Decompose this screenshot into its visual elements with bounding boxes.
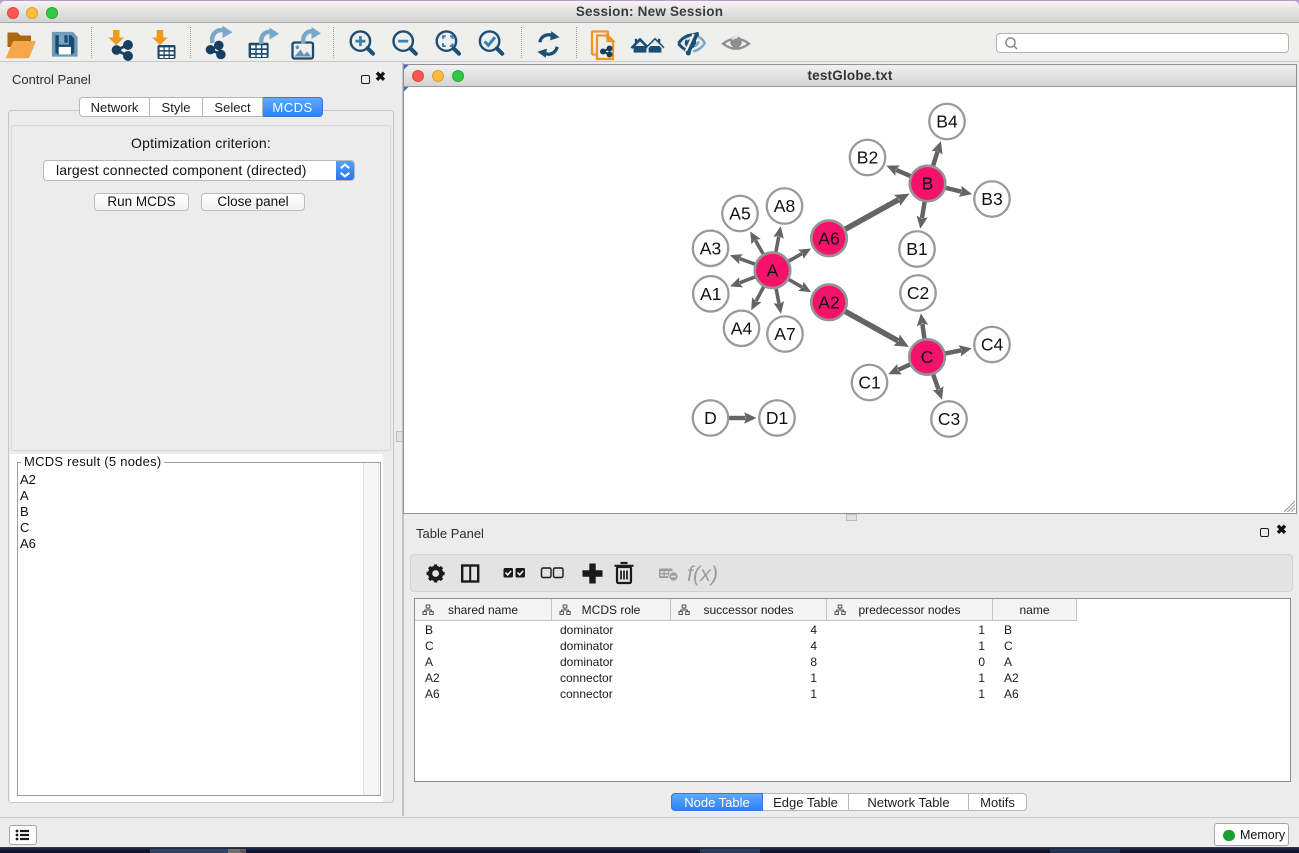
svg-text:B2: B2	[857, 148, 878, 168]
svg-text:A2: A2	[818, 292, 839, 312]
svg-text:B: B	[922, 174, 934, 194]
svg-text:B1: B1	[906, 239, 927, 259]
svg-text:A1: A1	[700, 284, 721, 304]
svg-text:C2: C2	[907, 283, 929, 303]
svg-text:D1: D1	[766, 408, 788, 428]
svg-text:C: C	[921, 347, 934, 367]
svg-text:f(x): f(x)	[687, 562, 718, 586]
svg-text:A8: A8	[774, 196, 795, 216]
svg-text:C3: C3	[938, 409, 960, 429]
svg-text:A5: A5	[729, 204, 750, 224]
svg-text:B3: B3	[981, 189, 1002, 209]
svg-text:A6: A6	[818, 228, 839, 248]
svg-text:A3: A3	[700, 238, 721, 258]
svg-text:A: A	[767, 260, 779, 280]
svg-text:D: D	[704, 408, 717, 428]
svg-text:B4: B4	[936, 112, 958, 132]
svg-text:A4: A4	[731, 318, 753, 338]
svg-text:C1: C1	[858, 373, 880, 393]
svg-text:A7: A7	[774, 324, 795, 344]
svg-text:C4: C4	[981, 335, 1004, 355]
